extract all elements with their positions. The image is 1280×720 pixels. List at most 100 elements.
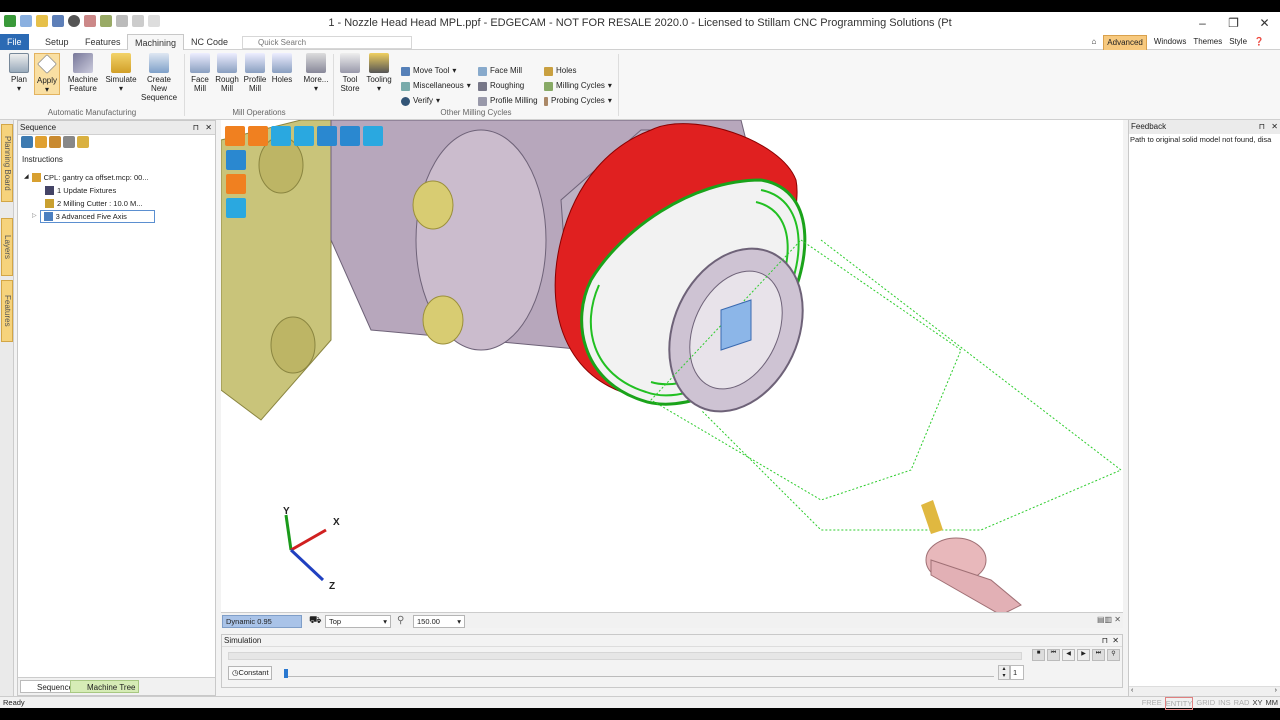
tree-item-milling-cutter[interactable]: 2 Milling Cutter : 10.0 M... bbox=[45, 198, 142, 209]
view-select[interactable]: Top ▾ bbox=[325, 615, 391, 628]
close-icon[interactable]: ✕ bbox=[1271, 120, 1278, 134]
filter-icon[interactable] bbox=[77, 136, 89, 148]
step-input[interactable]: 1 bbox=[1010, 665, 1024, 680]
themes-menu[interactable]: Themes bbox=[1193, 35, 1222, 51]
tab-features[interactable]: Features bbox=[78, 34, 128, 50]
status-flag-free[interactable]: FREE bbox=[1142, 697, 1162, 710]
shaded-view-icon[interactable] bbox=[226, 150, 246, 170]
advanced-button[interactable]: Advanced bbox=[1103, 35, 1147, 51]
status-flag-ins[interactable]: INS bbox=[1218, 697, 1231, 710]
tree-item-cpl[interactable]: ◢ CPL: gantry ca offset.mcp: 00... bbox=[24, 172, 149, 183]
pan-icon[interactable] bbox=[294, 126, 314, 146]
status-flag-mm[interactable]: MM bbox=[1266, 697, 1279, 710]
side-tab-features[interactable]: Features bbox=[1, 280, 13, 342]
stop-icon[interactable]: ■ bbox=[1032, 649, 1045, 661]
face-mill-button[interactable]: Face Mill bbox=[188, 53, 212, 93]
status-flag-xy[interactable]: XY bbox=[1252, 697, 1262, 710]
status-flag-grid[interactable]: GRID bbox=[1196, 697, 1215, 710]
tab-machining[interactable]: Machining bbox=[127, 34, 185, 51]
tool-store-button[interactable]: Tool Store bbox=[337, 53, 363, 93]
grid-icon[interactable] bbox=[363, 126, 383, 146]
zoom-select[interactable]: 150.00 ▾ bbox=[413, 615, 465, 628]
tab-machine-tree[interactable]: Machine Tree bbox=[70, 680, 140, 693]
last-icon[interactable]: ⏭ bbox=[1092, 649, 1105, 661]
zoom-select-value: 150.00 bbox=[417, 617, 440, 626]
close-button[interactable]: ✕ bbox=[1249, 12, 1280, 34]
tree-item-advanced-five-axis[interactable]: ▷ 3 Advanced Five Axis bbox=[32, 210, 155, 223]
pin-icon[interactable]: ⊓ bbox=[193, 121, 199, 135]
minimize-button[interactable]: – bbox=[1187, 12, 1218, 34]
windows-menu[interactable]: Windows bbox=[1154, 35, 1186, 51]
help-icon[interactable]: ❓ bbox=[1254, 35, 1264, 51]
speed-slider-thumb[interactable] bbox=[284, 669, 288, 678]
view-layout-icons[interactable]: ▤▥ ✕ bbox=[1097, 615, 1121, 624]
home-icon[interactable]: ⌂ bbox=[1091, 35, 1096, 51]
settings-icon[interactable] bbox=[63, 136, 75, 148]
zoom-icon[interactable] bbox=[317, 126, 337, 146]
plan-icon bbox=[9, 53, 29, 73]
fit-view-icon[interactable] bbox=[248, 126, 268, 146]
miscellaneous-button[interactable]: Miscellaneous ▾ bbox=[401, 80, 471, 92]
cube-view-icon[interactable] bbox=[225, 126, 245, 146]
status-flag-rad[interactable]: RAD bbox=[1234, 697, 1250, 710]
simulation-progress-track[interactable] bbox=[228, 652, 1022, 660]
rough-mill-button[interactable]: Rough Mill bbox=[214, 53, 240, 93]
tree-item-update-fixtures[interactable]: 1 Update Fixtures bbox=[45, 185, 116, 196]
move-tool-button[interactable]: Move Tool ▾ bbox=[401, 65, 456, 77]
plan-button[interactable]: Plan ▾ bbox=[5, 53, 33, 93]
create-new-sequence-button[interactable]: Create New Sequence bbox=[138, 53, 180, 102]
tab-file[interactable]: File bbox=[0, 34, 29, 50]
list-view-icon[interactable] bbox=[340, 126, 360, 146]
profile-mill-button[interactable]: Profile Mill bbox=[242, 53, 268, 93]
close-icon[interactable]: ✕ bbox=[205, 121, 212, 135]
probing-cycles-label: Probing Cycles bbox=[551, 96, 605, 105]
holes-cycle-button[interactable]: Holes bbox=[544, 65, 576, 77]
side-tab-planning-board[interactable]: Planning Board bbox=[1, 124, 13, 202]
close-icon[interactable]: ✕ bbox=[1112, 635, 1119, 647]
profile-milling-button[interactable]: Profile Milling bbox=[478, 95, 538, 107]
section-icon[interactable] bbox=[271, 126, 291, 146]
pin-icon[interactable]: ⊓ bbox=[1102, 635, 1108, 647]
step-back-icon[interactable]: ◀ bbox=[1062, 649, 1075, 661]
search-icon[interactable]: ⚲ bbox=[1107, 649, 1120, 661]
speed-slider-track[interactable] bbox=[284, 669, 994, 677]
dynamic-rotation[interactable]: Dynamic 0.95 bbox=[222, 615, 302, 628]
tab-nc-code[interactable]: NC Code bbox=[184, 34, 235, 50]
simulate-button[interactable]: Simulate ▾ bbox=[104, 53, 138, 93]
holes-button[interactable]: Holes bbox=[270, 53, 294, 84]
instruction-icon[interactable] bbox=[35, 136, 47, 148]
refresh-icon[interactable] bbox=[21, 136, 33, 148]
verify-button[interactable]: Verify ▾ bbox=[401, 95, 440, 107]
top-right-menu: ⌂ Advanced Windows Themes Style ❓ bbox=[1091, 35, 1264, 51]
face-mill-cycle-button[interactable]: Face Mill bbox=[478, 65, 522, 77]
constant-mode-button[interactable]: ◷Constant bbox=[228, 666, 272, 680]
machine-feature-button[interactable]: Machine Feature bbox=[64, 53, 102, 93]
status-flag-entity[interactable]: ENTITY bbox=[1164, 697, 1194, 710]
move-tool-label: Move Tool bbox=[413, 66, 450, 75]
constant-mode-label: Constant bbox=[238, 668, 269, 677]
tab-sequence[interactable]: Sequence bbox=[20, 680, 78, 693]
restore-button[interactable]: ❐ bbox=[1218, 12, 1249, 34]
graphics-viewport[interactable]: Y X Z bbox=[221, 120, 1123, 620]
first-icon[interactable]: ⏮ bbox=[1047, 649, 1060, 661]
list-icon[interactable] bbox=[49, 136, 61, 148]
play-icon[interactable]: ▶ bbox=[1077, 649, 1090, 661]
wire-view-icon[interactable] bbox=[226, 198, 246, 218]
pin-icon[interactable]: ⊓ bbox=[1259, 120, 1265, 134]
style-menu[interactable]: Style bbox=[1229, 35, 1247, 51]
milling-cycles-button[interactable]: Milling Cycles ▾ bbox=[544, 80, 612, 92]
tooling-button[interactable]: Tooling ▾ bbox=[364, 53, 394, 93]
tool-store-label1: Tool bbox=[342, 75, 358, 84]
quick-search-input[interactable]: Quick Search bbox=[242, 36, 412, 49]
probing-cycles-button[interactable]: Probing Cycles ▾ bbox=[544, 95, 612, 107]
tab-setup[interactable]: Setup bbox=[38, 34, 76, 50]
apply-button[interactable]: Apply ▾ bbox=[34, 53, 60, 95]
side-tab-layers[interactable]: Layers bbox=[1, 218, 13, 276]
window-controls: – ❐ ✕ bbox=[1187, 12, 1280, 34]
more-button[interactable]: More... ▾ bbox=[302, 53, 330, 93]
step-spinner[interactable]: ▴ ▾ bbox=[998, 665, 1010, 680]
roughing-button[interactable]: Roughing bbox=[478, 80, 524, 92]
view-icon: ⛟ bbox=[309, 615, 322, 626]
feedback-scrollbar[interactable]: ‹ › bbox=[1129, 686, 1280, 696]
iso-view-icon[interactable] bbox=[226, 174, 246, 194]
